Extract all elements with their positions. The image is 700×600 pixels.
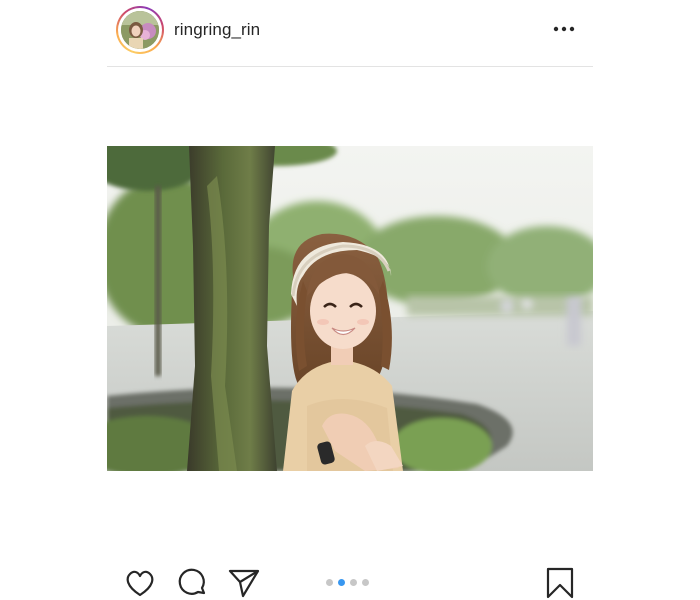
carousel-dot[interactable] [326,579,333,586]
like-button[interactable] [124,568,156,598]
carousel-dot[interactable] [362,579,369,586]
carousel-dot[interactable] [350,579,357,586]
comment-button[interactable] [177,567,209,599]
avatar[interactable] [121,11,159,49]
bookmark-icon [546,567,574,599]
post-header: ringring_rin [107,0,593,67]
carousel-indicator [326,579,369,587]
carousel-dot-active[interactable] [338,579,345,586]
post-photo[interactable] [107,146,593,471]
send-icon [228,569,260,598]
username[interactable]: ringring_rin [174,20,260,40]
story-ring[interactable] [116,6,164,54]
heart-icon [126,570,154,597]
save-button[interactable] [546,567,574,599]
comment-icon [178,568,206,595]
instagram-post: ringring_rin [0,0,700,600]
more-options-icon[interactable] [553,22,575,36]
share-button[interactable] [228,568,260,598]
